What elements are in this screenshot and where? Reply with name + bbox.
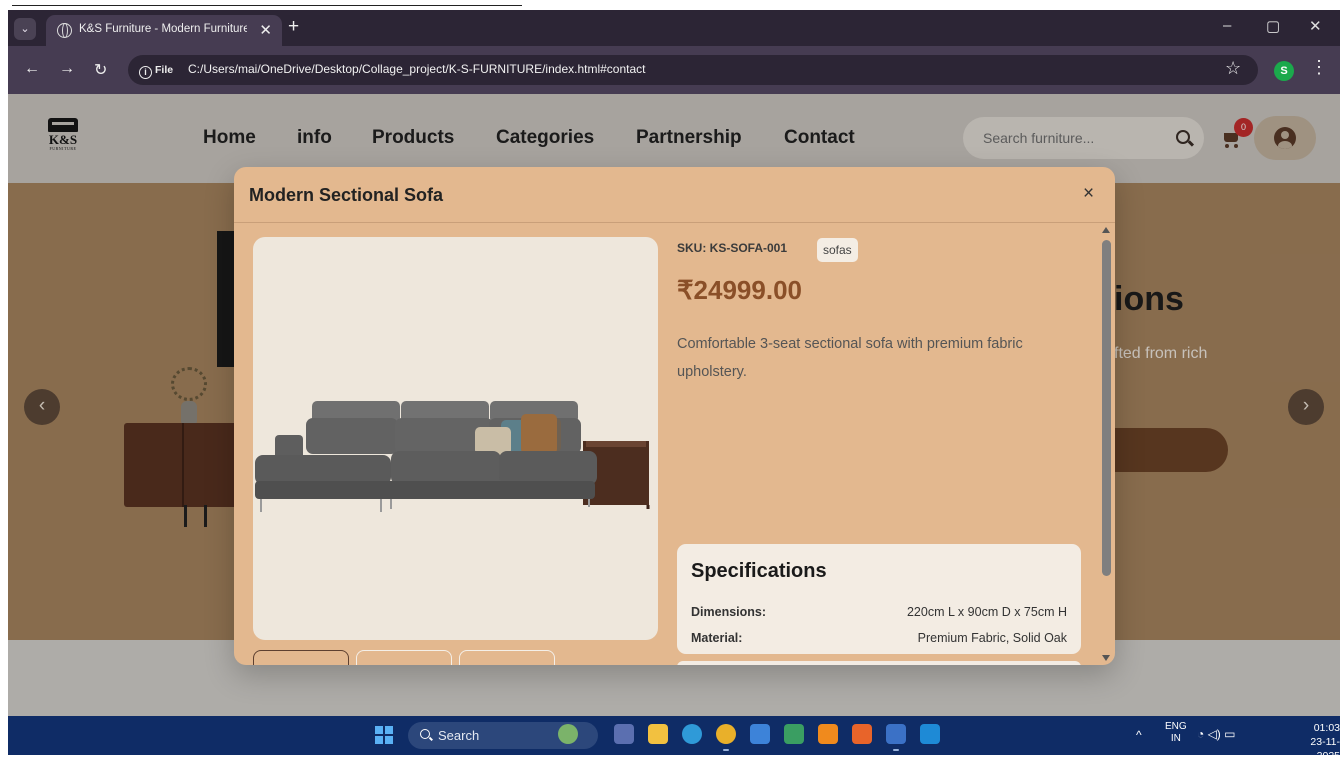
app-icon[interactable] bbox=[614, 724, 634, 744]
thumbnail-2[interactable] bbox=[356, 650, 452, 665]
word-icon[interactable] bbox=[886, 724, 906, 744]
product-image bbox=[253, 237, 658, 640]
thumbnail-1[interactable] bbox=[253, 650, 349, 665]
throw-pillow bbox=[475, 427, 511, 455]
search-icon bbox=[420, 729, 430, 739]
active-tab[interactable]: K&S Furniture - Modern Furniture ✕ bbox=[46, 15, 282, 46]
tab-close-icon[interactable]: ✕ bbox=[259, 21, 272, 39]
file-explorer-icon[interactable] bbox=[648, 724, 668, 744]
reload-button[interactable]: ↻ bbox=[94, 60, 107, 80]
new-tab-button[interactable]: + bbox=[288, 16, 299, 38]
thumbnail-3[interactable] bbox=[459, 650, 555, 665]
back-button[interactable]: ← bbox=[24, 60, 40, 78]
url-text[interactable]: C:/Users/mai/OneDrive/Desktop/Collage_pr… bbox=[188, 62, 645, 76]
address-bar: ← → ↻ i File C:/Users/mai/OneDrive/Deskto… bbox=[8, 46, 1340, 94]
modal-close-button[interactable]: × bbox=[1083, 183, 1094, 205]
sofa-chaise bbox=[255, 455, 391, 485]
spec-row: Material: Premium Fabric, Solid Oak bbox=[691, 631, 1067, 649]
xampp-icon[interactable] bbox=[852, 724, 872, 744]
browser-menu-icon[interactable]: ⋮ bbox=[1310, 57, 1328, 78]
category-tag: sofas bbox=[817, 238, 858, 262]
spec-label: Material: bbox=[691, 631, 743, 645]
throw-pillow bbox=[521, 414, 557, 454]
browser-window: ⌄ K&S Furniture - Modern Furniture ✕ + –… bbox=[8, 10, 1340, 716]
sofa-seat bbox=[391, 451, 501, 485]
tab-strip: ⌄ K&S Furniture - Modern Furniture ✕ + –… bbox=[8, 10, 1340, 46]
product-sku: SKU: KS-SOFA-001 bbox=[677, 241, 788, 255]
specifications-heading: Specifications bbox=[691, 560, 827, 582]
product-description: Comfortable 3-seat sectional sofa with p… bbox=[677, 336, 1023, 380]
sofa-seat bbox=[499, 451, 597, 485]
system-clock[interactable]: 01:03 23-11-2025 bbox=[1290, 721, 1340, 763]
header-rule bbox=[12, 5, 522, 6]
chrome-icon[interactable] bbox=[716, 724, 736, 744]
lang-top: ENG bbox=[1165, 721, 1187, 732]
lang-bottom: IN bbox=[1170, 733, 1181, 744]
info-icon: i bbox=[139, 66, 152, 79]
scroll-down-arrow[interactable] bbox=[1102, 655, 1110, 661]
sofa-base bbox=[255, 481, 595, 499]
omnibox[interactable]: i File C:/Users/mai/OneDrive/Desktop/Coll… bbox=[128, 55, 1258, 85]
specifications-card: Specifications Dimensions: 220cm L x 90c… bbox=[677, 544, 1081, 654]
vlc-icon[interactable] bbox=[818, 724, 838, 744]
minimize-button[interactable]: – bbox=[1223, 17, 1231, 34]
windows-start-icon[interactable] bbox=[375, 726, 393, 744]
clock-time: 01:03 bbox=[1313, 722, 1340, 734]
app-icon[interactable] bbox=[750, 724, 770, 744]
spec-value: Premium Fabric, Solid Oak bbox=[917, 631, 1067, 645]
vscode-icon[interactable] bbox=[920, 724, 940, 744]
side-table-top bbox=[586, 441, 646, 447]
modal-title: Modern Sectional Sofa bbox=[249, 185, 444, 205]
modal-header: Modern Sectional Sofa × bbox=[234, 167, 1115, 223]
product-price: ₹24999.00 bbox=[677, 275, 802, 305]
taskbar-search-label: Search bbox=[438, 728, 480, 743]
wifi-volume-battery-icon[interactable]: ◔ ◁) ▭ bbox=[1197, 727, 1235, 741]
file-chip-label: File bbox=[155, 64, 174, 76]
spec-row: Dimensions: 220cm L x 90cm D x 75cm H bbox=[691, 605, 1067, 623]
clock-date: 23-11-2025 bbox=[1310, 736, 1340, 762]
product-modal: Modern Sectional Sofa × SKU: KS-SOFA-001… bbox=[234, 167, 1115, 665]
restore-button[interactable]: ▢ bbox=[1266, 17, 1280, 35]
sofa-back-cushion bbox=[306, 418, 398, 454]
tab-title: K&S Furniture - Modern Furniture bbox=[79, 23, 247, 35]
spec-value: 220cm L x 90cm D x 75cm H bbox=[906, 605, 1067, 619]
document-header-strip bbox=[0, 0, 1340, 10]
language-indicator[interactable]: ENG IN bbox=[1165, 721, 1187, 745]
running-indicator bbox=[893, 749, 899, 751]
globe-icon bbox=[57, 23, 72, 38]
tab-search-chevron-icon[interactable]: ⌄ bbox=[14, 18, 36, 40]
forward-button[interactable]: → bbox=[59, 60, 75, 78]
close-window-button[interactable]: ✕ bbox=[1309, 17, 1322, 35]
scroll-up-arrow[interactable] bbox=[1102, 227, 1110, 233]
site-info-chip[interactable]: i File bbox=[135, 60, 179, 80]
modal-scrollbar[interactable] bbox=[1100, 223, 1113, 665]
tray-chevron-icon[interactable]: ^ bbox=[1136, 728, 1142, 742]
spec-label: Dimensions: bbox=[691, 605, 767, 619]
edge-icon[interactable] bbox=[682, 724, 702, 744]
widgets-icon[interactable] bbox=[558, 724, 578, 744]
profile-avatar[interactable]: S bbox=[1274, 61, 1294, 81]
notepad-icon[interactable] bbox=[784, 724, 804, 744]
windows-taskbar: Search ^ ENG IN ◔ ◁) ▭ 01:03 23-11-2025 bbox=[8, 716, 1340, 762]
scroll-thumb[interactable] bbox=[1102, 240, 1111, 576]
next-section-edge bbox=[677, 661, 1081, 665]
page-viewport: K&S FURNITURE Home info Products Categor… bbox=[8, 94, 1340, 716]
bookmark-star-icon[interactable]: ☆ bbox=[1225, 58, 1241, 79]
sofa-illustration bbox=[255, 401, 650, 512]
running-indicator bbox=[723, 749, 729, 751]
